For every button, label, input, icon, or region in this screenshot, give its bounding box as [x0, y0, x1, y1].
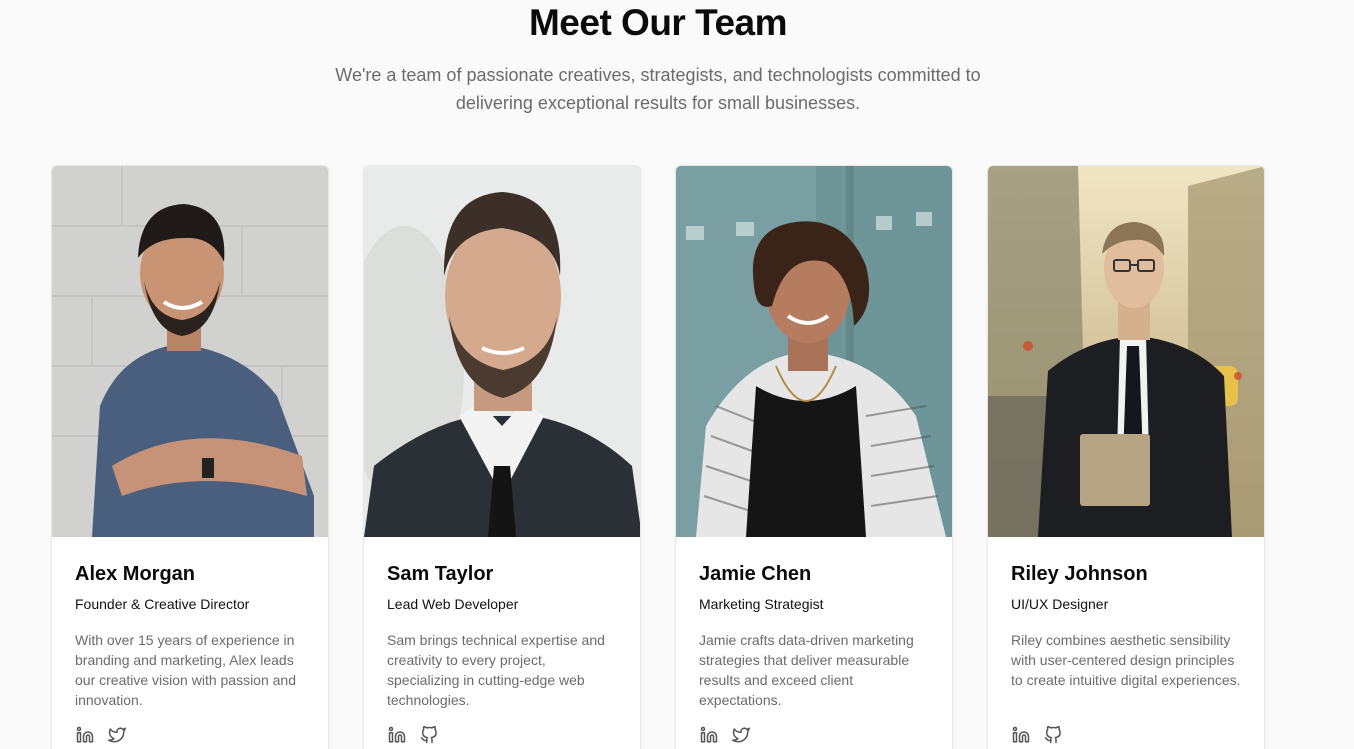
linkedin-icon[interactable]: [387, 725, 407, 745]
linkedin-icon[interactable]: [699, 725, 719, 745]
member-role: Founder & Creative Director: [75, 596, 250, 612]
github-icon[interactable]: [419, 725, 439, 745]
linkedin-icon[interactable]: [75, 725, 95, 745]
team-card: Jamie Chen Marketing Strategist Jamie cr…: [675, 165, 953, 749]
member-role: UI/UX Designer: [1011, 596, 1109, 612]
member-role: Marketing Strategist: [699, 596, 824, 612]
section-title: Meet Our Team: [528, 2, 788, 43]
member-bio: Riley combines aesthetic sensibility wit…: [1011, 632, 1241, 688]
team-card: Riley Johnson UI/UX Designer Riley combi…: [987, 165, 1265, 749]
riley-johnson-photo: [988, 166, 1264, 537]
team-card: Sam Taylor Lead Web Developer Sam brings…: [363, 165, 641, 749]
member-name: Riley Johnson: [1011, 563, 1148, 585]
social-links: [387, 725, 617, 745]
alex-morgan-photo: [52, 166, 328, 537]
member-bio: Sam brings technical expertise and creat…: [387, 632, 605, 708]
twitter-icon[interactable]: [731, 725, 751, 745]
jamie-chen-photo: [676, 166, 952, 537]
twitter-icon[interactable]: [107, 725, 127, 745]
section-subtitle: We're a team of passionate creatives, st…: [335, 65, 981, 113]
member-bio: With over 15 years of experience in bran…: [75, 632, 297, 708]
sam-taylor-photo: [364, 166, 640, 537]
social-links: [699, 725, 929, 745]
linkedin-icon[interactable]: [1011, 725, 1031, 745]
member-name: Sam Taylor: [387, 563, 494, 585]
team-grid: Alex Morgan Founder & Creative Director …: [51, 165, 1265, 749]
member-name: Jamie Chen: [699, 563, 812, 585]
member-role: Lead Web Developer: [387, 596, 519, 612]
member-bio: Jamie crafts data-driven marketing strat…: [699, 632, 914, 708]
github-icon[interactable]: [1043, 725, 1063, 745]
social-links: [1011, 725, 1241, 745]
member-name: Alex Morgan: [75, 563, 196, 585]
social-links: [75, 725, 305, 745]
team-card: Alex Morgan Founder & Creative Director …: [51, 165, 329, 749]
